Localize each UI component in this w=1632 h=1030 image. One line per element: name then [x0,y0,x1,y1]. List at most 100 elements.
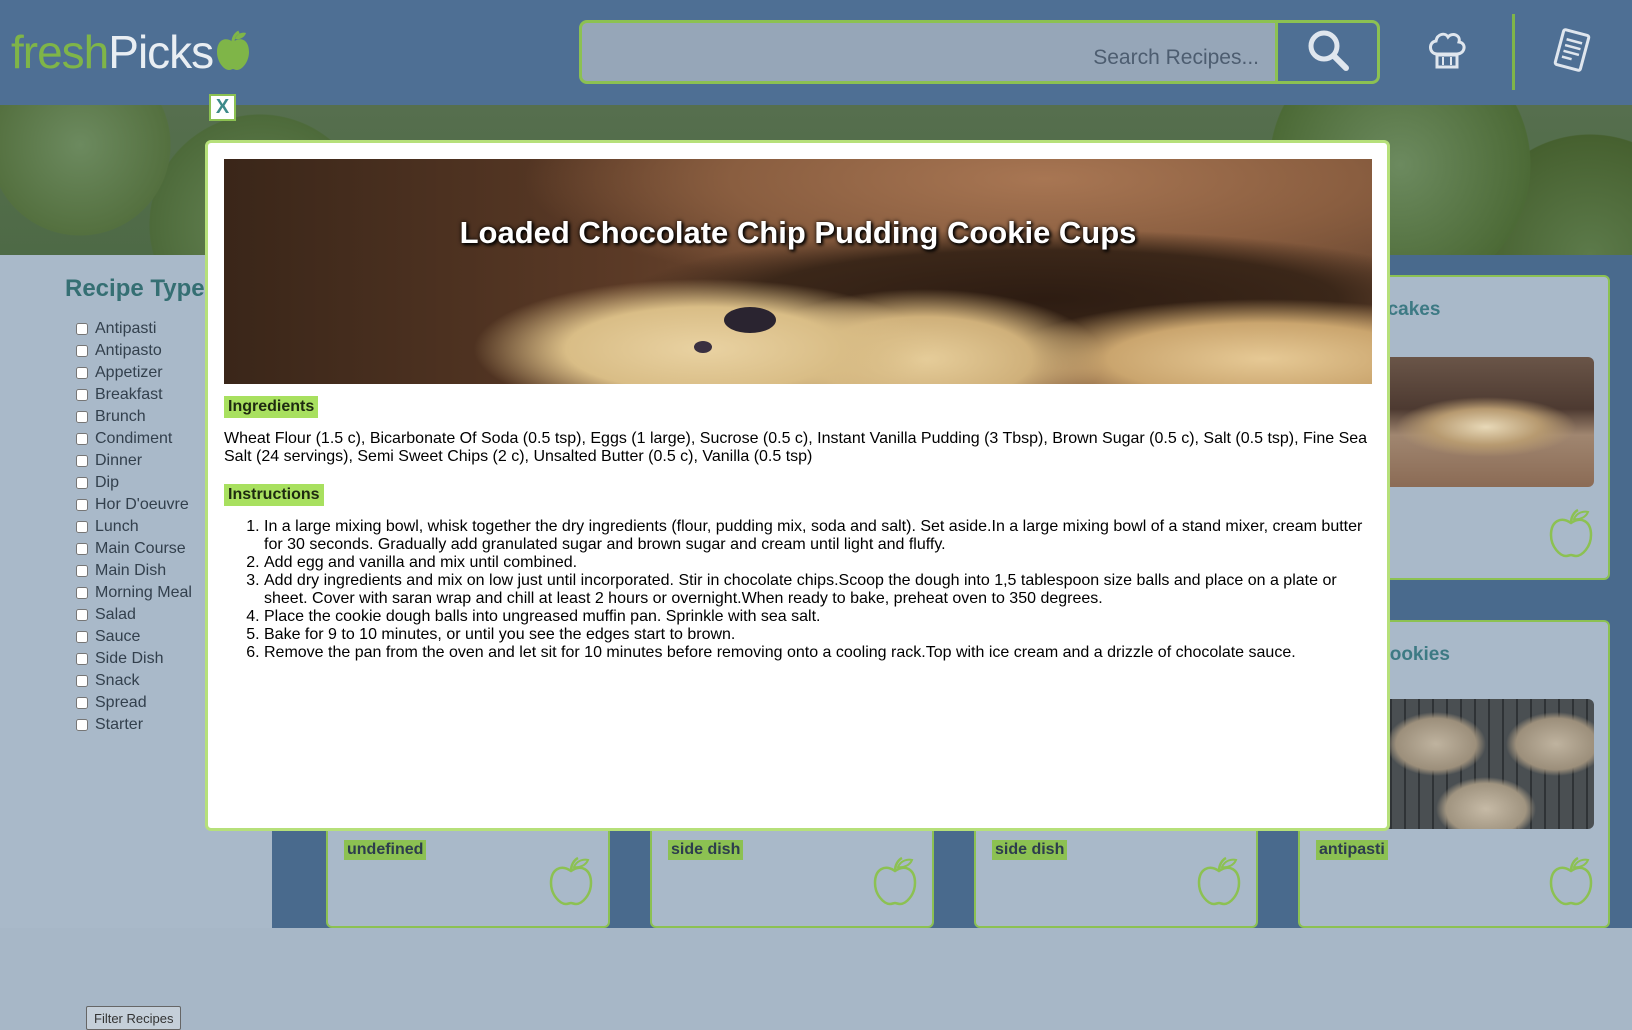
recipe-type-item: Main Dish [75,560,192,582]
ingredients-label: Ingredients [224,396,319,418]
recipe-type-checkbox[interactable] [76,719,88,731]
apple-icon [872,855,918,912]
apple-icon [1548,507,1594,564]
instruction-step: Bake for 9 to 10 minutes, or until you s… [264,626,1374,644]
recipe-type-checkbox[interactable] [76,631,88,643]
recipe-type-checkbox[interactable] [76,565,88,577]
recipe-type-label: Lunch [95,518,139,535]
modal-close-button[interactable]: X [209,94,236,121]
recipe-type-checkbox[interactable] [76,609,88,621]
recipe-type-checkbox[interactable] [76,433,88,445]
recipe-type-checkbox[interactable] [76,499,88,511]
apple-icon [1548,855,1594,912]
recipe-type-checkbox[interactable] [76,455,88,467]
apple-icon [1196,855,1242,912]
recipe-type-checkbox[interactable] [76,697,88,709]
instruction-step: Place the cookie dough balls into ungrea… [264,608,1374,626]
recipe-type-item: Sauce [75,626,192,648]
instruction-step: In a large mixing bowl, whisk together t… [264,518,1374,554]
recipe-banner-image: Loaded Chocolate Chip Pudding Cookie Cup… [224,159,1372,384]
chocolate-chip-shape [724,307,776,333]
recipe-type-item: Lunch [75,516,192,538]
instruction-step: Add egg and vanilla and mix until combin… [264,554,1374,572]
apple-logo-icon [215,28,251,84]
recipe-modal: Loaded Chocolate Chip Pudding Cookie Cup… [205,140,1390,831]
recipe-type-item: Dinner [75,450,192,472]
recipe-type-label: Snack [95,672,140,689]
recipe-type-label: Salad [95,606,136,623]
recipe-type-label: Dip [95,474,120,491]
recipe-type-checkbox[interactable] [76,543,88,555]
recipe-type-item: Starter [75,714,192,736]
ingredients-text: Wheat Flour (1.5 c), Bicarbonate Of Soda… [224,430,1368,465]
recipe-card-image [1376,357,1594,487]
recipe-card[interactable]: side dish [650,815,934,928]
recipe-type-checkbox[interactable] [76,345,88,357]
recipe-type-label: Antipasto [95,342,162,359]
apple-icon [548,855,594,912]
recipe-type-label: Side Dish [95,650,164,667]
recipe-type-checkbox[interactable] [76,477,88,489]
recipe-type-item: Appetizer [75,362,192,384]
recipe-card[interactable]: undefined [326,815,610,928]
recipe-type-item: Snack [75,670,192,692]
recipe-type-label: Breakfast [95,386,163,403]
recipe-list-icon [1549,27,1595,78]
recipe-type-item: Brunch [75,406,192,428]
recipe-type-item: Salad [75,604,192,626]
recipe-type-label: Brunch [95,408,146,425]
header-divider [1512,14,1515,90]
recipe-type-item: Hor D'oeuvre [75,494,192,516]
recipe-type-list: Antipasti Antipasto Appetizer Breakfast … [75,318,192,736]
instruction-step: Add dry ingredients and mix on low just … [264,572,1374,608]
instructions-list: In a large mixing bowl, whisk together t… [224,518,1374,662]
instruction-step: Remove the pan from the oven and let sit… [264,644,1374,662]
logo-text-fresh: fresh [11,26,109,78]
recipe-type-item: Main Course [75,538,192,560]
recipe-card-tag: undefined [344,840,427,860]
filter-recipes-button[interactable]: Filter Recipes [86,1006,182,1030]
recipe-type-label: Antipasti [95,320,157,337]
recipe-type-label: Main Course [95,540,186,557]
recipe-type-label: Morning Meal [95,584,192,601]
recipe-type-item: Spread [75,692,192,714]
search-bar [579,20,1380,84]
recipe-type-checkbox[interactable] [76,521,88,533]
recipe-type-label: Spread [95,694,147,711]
recipe-type-label: Starter [95,716,144,733]
recipe-card-tag: antipasti [1316,840,1388,860]
sidebar-title: Recipe Type [65,275,205,302]
instructions-label: Instructions [224,484,324,506]
site-header: freshPicks [0,0,1632,105]
recipe-type-checkbox[interactable] [76,653,88,665]
recipe-type-item: Dip [75,472,192,494]
logo-text-picks: Picks [108,26,214,78]
site-logo[interactable]: freshPicks [11,24,251,80]
recipe-type-label: Appetizer [95,364,163,381]
search-input[interactable] [582,23,1277,81]
recipe-type-label: Hor D'oeuvre [95,496,189,513]
recipe-type-checkbox[interactable] [76,323,88,335]
recipe-type-checkbox[interactable] [76,411,88,423]
recipe-type-item: Antipasto [75,340,192,362]
recipe-type-checkbox[interactable] [76,587,88,599]
recipe-type-item: Antipasti [75,318,192,340]
recipe-type-item: Condiment [75,428,192,450]
recipe-list-button[interactable] [1544,24,1600,80]
chef-hat-icon [1425,28,1469,77]
recipe-type-checkbox[interactable] [76,389,88,401]
recipe-card-image [1376,699,1594,829]
recipe-type-item: Breakfast [75,384,192,406]
recipe-type-item: Morning Meal [75,582,192,604]
recipe-type-item: Side Dish [75,648,192,670]
recipe-type-checkbox[interactable] [76,675,88,687]
chef-hat-button[interactable] [1419,24,1475,80]
recipe-type-checkbox[interactable] [76,367,88,379]
recipe-type-label: Condiment [95,430,173,447]
recipe-card-tag: side dish [992,840,1068,860]
recipe-card[interactable]: side dish [974,815,1258,928]
recipe-card-tag: side dish [668,840,744,860]
recipe-type-label: Dinner [95,452,143,469]
search-icon [1306,28,1350,77]
search-button[interactable] [1275,23,1377,81]
